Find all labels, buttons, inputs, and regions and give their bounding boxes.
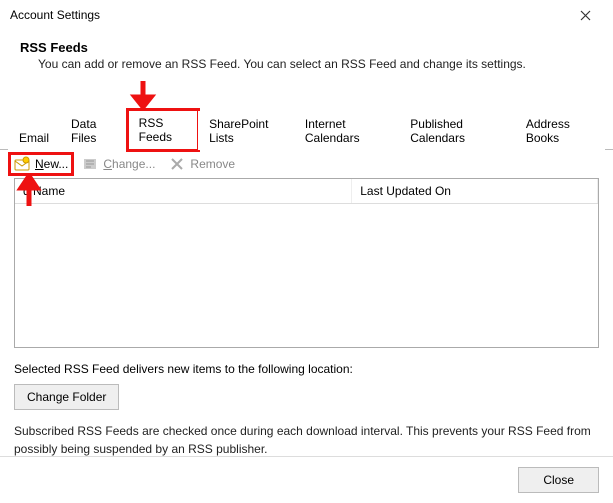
tab-strip: Email Data Files RSS Feeds SharePoint Li…: [0, 109, 613, 150]
note-text: Subscribed RSS Feeds are checked once du…: [0, 422, 613, 458]
column-feed-name[interactable]: d Name: [15, 179, 352, 203]
title-bar: Account Settings: [0, 0, 613, 30]
remove-button-label: Remove: [190, 157, 235, 171]
new-button-hotkey: N: [35, 157, 44, 171]
column-last-updated[interactable]: Last Updated On: [352, 179, 598, 203]
annotation-arrow-down-icon: [128, 79, 158, 109]
tab-rss-feeds[interactable]: RSS Feeds: [128, 110, 198, 150]
feeds-list: d Name Last Updated On: [14, 178, 599, 348]
section-description: You can add or remove an RSS Feed. You c…: [0, 57, 613, 71]
remove-icon: [169, 156, 185, 172]
window-close-button[interactable]: [565, 1, 605, 29]
close-icon: [580, 10, 591, 21]
new-button-label: ew...: [44, 157, 69, 171]
tab-internet-calendars[interactable]: Internet Calendars: [294, 111, 399, 150]
new-feed-icon: [14, 156, 30, 172]
tab-address-books[interactable]: Address Books: [515, 111, 605, 150]
change-icon: [82, 156, 98, 172]
remove-button[interactable]: Remove: [169, 156, 235, 172]
dialog-footer: Close: [0, 456, 613, 503]
annotation-arrow-up-icon: [14, 174, 44, 208]
tabs-container: Email Data Files RSS Feeds SharePoint Li…: [0, 109, 613, 458]
window-title: Account Settings: [10, 8, 100, 22]
delivery-text: Selected RSS Feed delivers new items to …: [0, 348, 613, 384]
close-button[interactable]: Close: [518, 467, 599, 493]
toolbar: New... Change... Remove: [0, 150, 613, 178]
tab-sharepoint-lists[interactable]: SharePoint Lists: [198, 111, 294, 150]
list-header: d Name Last Updated On: [15, 179, 598, 204]
change-button-hotkey: C: [103, 157, 112, 171]
section-heading: RSS Feeds: [0, 30, 613, 57]
tab-email[interactable]: Email: [8, 125, 60, 150]
new-button[interactable]: New...: [14, 156, 68, 172]
change-button-label: hange...: [112, 157, 155, 171]
tab-published-calendars[interactable]: Published Calendars: [399, 111, 515, 150]
change-folder-button[interactable]: Change Folder: [14, 384, 119, 410]
change-button[interactable]: Change...: [82, 156, 155, 172]
tab-data-files[interactable]: Data Files: [60, 111, 128, 150]
